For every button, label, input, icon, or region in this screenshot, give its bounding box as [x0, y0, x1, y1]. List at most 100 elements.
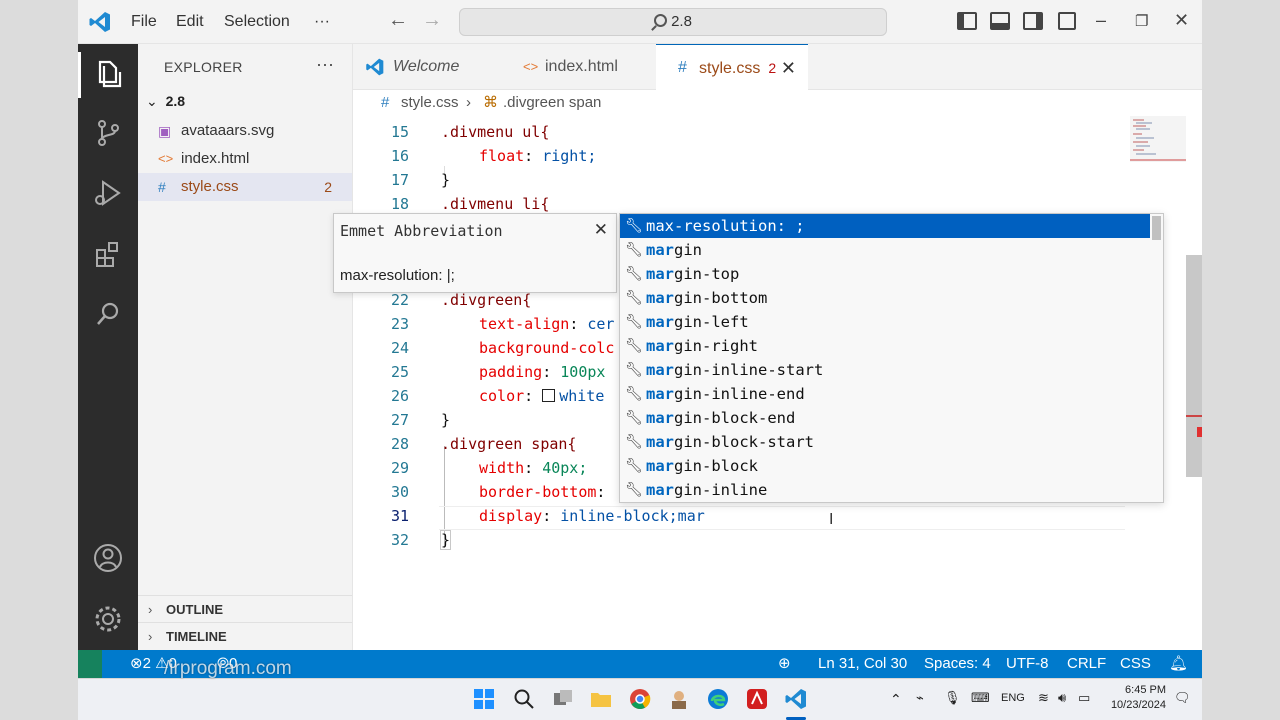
- acrobat-icon[interactable]: [745, 687, 769, 711]
- accounts-icon[interactable]: [91, 541, 125, 575]
- encoding[interactable]: UTF-8: [1006, 650, 1049, 678]
- forward-arrow-icon[interactable]: →: [422, 9, 442, 32]
- line-number: 24: [390, 339, 409, 357]
- timeline-section[interactable]: › TIMELINE: [138, 622, 352, 650]
- file-explorer-icon[interactable]: [589, 687, 613, 711]
- minimap[interactable]: [1130, 116, 1186, 166]
- app-icon[interactable]: [667, 687, 691, 711]
- suggestion-text: max-resolution: ;: [646, 217, 805, 235]
- manage-gear-icon[interactable]: [91, 602, 125, 636]
- file-item-style-css[interactable]: # style.css 2: [138, 173, 352, 201]
- chevron-down-icon: ⌄: [146, 93, 158, 109]
- task-view-icon[interactable]: [551, 687, 575, 711]
- wrench-icon: 🔧︎: [625, 386, 643, 402]
- search-view-icon[interactable]: [91, 298, 125, 332]
- color-swatch[interactable]: [542, 389, 556, 402]
- windows-start-icon[interactable]: [472, 687, 496, 711]
- suggestion-item[interactable]: 🔧︎ margin: [620, 238, 1150, 262]
- tab-style-css[interactable]: # style.css 2 ✕: [656, 44, 808, 90]
- language-mode[interactable]: CSS: [1120, 650, 1151, 678]
- outline-section[interactable]: › OUTLINE: [138, 595, 352, 623]
- vscode-logo-icon: [366, 58, 384, 76]
- suggestion-item[interactable]: 🔧︎ margin-left: [620, 310, 1150, 334]
- suggestion-item[interactable]: 🔧︎ margin-bottom: [620, 286, 1150, 310]
- command-center-search[interactable]: 2.8: [459, 8, 887, 36]
- tab-index-html[interactable]: <> index.html: [503, 44, 656, 90]
- back-arrow-icon[interactable]: ←: [388, 9, 408, 32]
- suggestion-item[interactable]: 🔧︎ margin-right: [620, 334, 1150, 358]
- extensions-icon[interactable]: [91, 238, 125, 272]
- suggestion-scrollbar[interactable]: [1152, 216, 1161, 240]
- suggestion-item[interactable]: 🔧︎ margin-top: [620, 262, 1150, 286]
- problem-count-badge: 2: [324, 179, 332, 195]
- more-actions-icon[interactable]: ···: [316, 54, 334, 75]
- battery-icon[interactable]: ▭: [1078, 690, 1090, 706]
- zoom-icon[interactable]: ⊕: [778, 650, 791, 678]
- menu-more[interactable]: ···: [314, 13, 330, 31]
- volume-icon[interactable]: 🔊︎: [1058, 690, 1066, 706]
- menu-selection[interactable]: Selection: [224, 13, 290, 31]
- suggestion-item[interactable]: 🔧︎ margin-inline-end: [620, 382, 1150, 406]
- notifications-icon[interactable]: 🗨︎: [1174, 690, 1191, 706]
- suggestion-item[interactable]: 🔧︎ margin-block-end: [620, 406, 1150, 430]
- minimize-icon[interactable]: –: [1096, 10, 1106, 31]
- code-line: }: [441, 411, 451, 429]
- tray-overflow-icon[interactable]: ⌃: [890, 691, 902, 708]
- menu-edit[interactable]: Edit: [176, 13, 204, 31]
- css-property: text-align: [479, 315, 570, 333]
- breadcrumb-file[interactable]: style.css: [401, 90, 459, 116]
- suggestion-item[interactable]: 🔧︎ max-resolution: ;: [620, 214, 1150, 238]
- search-icon: [654, 14, 668, 27]
- remote-indicator[interactable]: [78, 650, 102, 678]
- error-marker: [1197, 427, 1202, 437]
- notifications-bell-icon[interactable]: 🔔︎: [1169, 650, 1188, 678]
- wifi-icon[interactable]: ≋: [1038, 690, 1049, 706]
- keyboard-icon[interactable]: ⌨: [971, 690, 990, 706]
- folder-root[interactable]: ⌄ 2.8: [146, 93, 185, 110]
- chrome-icon[interactable]: [628, 687, 652, 711]
- code-line: float: right;: [479, 147, 597, 165]
- network-off-icon[interactable]: ⌁: [916, 690, 924, 706]
- code-line: text-align: cer: [479, 315, 615, 333]
- file-name: index.html: [181, 150, 250, 167]
- active-indicator: [78, 52, 81, 98]
- wrench-icon: 🔧︎: [625, 482, 643, 498]
- menu-file[interactable]: File: [131, 13, 157, 31]
- input-language[interactable]: ENG: [1001, 692, 1025, 704]
- explorer-icon[interactable]: [91, 56, 125, 90]
- file-item-index-html[interactable]: <> index.html: [138, 145, 352, 173]
- line-number: 29: [390, 459, 409, 477]
- line-number: 28: [390, 435, 409, 453]
- source-control-icon[interactable]: [91, 116, 125, 150]
- run-debug-icon[interactable]: [91, 176, 125, 210]
- cursor-position[interactable]: Ln 31, Col 30: [818, 650, 907, 678]
- close-window-icon[interactable]: ✕: [1174, 10, 1189, 31]
- line-number: 32: [390, 531, 409, 549]
- line-number: 22: [390, 291, 409, 309]
- close-tab-icon[interactable]: ✕: [781, 45, 796, 91]
- suggestion-item[interactable]: 🔧︎ margin-block: [620, 454, 1150, 478]
- tab-welcome[interactable]: Welcome: [353, 44, 503, 90]
- suggestion-item[interactable]: 🔧︎ margin-inline: [620, 478, 1150, 502]
- edge-icon[interactable]: [706, 687, 730, 711]
- clock[interactable]: 6:45 PM 10/23/2024: [1106, 683, 1166, 713]
- toggle-panel-icon[interactable]: [990, 12, 1010, 30]
- breadcrumb-symbol[interactable]: .divgreen span: [503, 90, 601, 116]
- restore-icon[interactable]: ❐: [1135, 12, 1148, 30]
- customize-layout-icon[interactable]: [1058, 12, 1076, 30]
- indentation[interactable]: Spaces: 4: [924, 650, 991, 678]
- css-property: display: [479, 507, 543, 525]
- file-item-avataaars[interactable]: ▣ avataaars.svg: [138, 117, 352, 145]
- end-of-line[interactable]: CRLF: [1067, 650, 1106, 678]
- toggle-secondary-sidebar-icon[interactable]: [1023, 12, 1043, 30]
- suggestion-item[interactable]: 🔧︎ margin-block-start: [620, 430, 1150, 454]
- wrench-icon: 🔧︎: [625, 338, 643, 354]
- suggestion-item[interactable]: 🔧︎ margin-inline-start: [620, 358, 1150, 382]
- close-icon[interactable]: ✕: [594, 220, 608, 240]
- vertical-scrollbar[interactable]: [1186, 255, 1202, 477]
- search-icon[interactable]: [512, 687, 536, 711]
- microphone-icon[interactable]: 🎙︎: [944, 690, 961, 706]
- toggle-primary-sidebar-icon[interactable]: [957, 12, 977, 30]
- vscode-taskbar-icon[interactable]: [784, 687, 808, 711]
- css-file-icon: #: [158, 179, 166, 195]
